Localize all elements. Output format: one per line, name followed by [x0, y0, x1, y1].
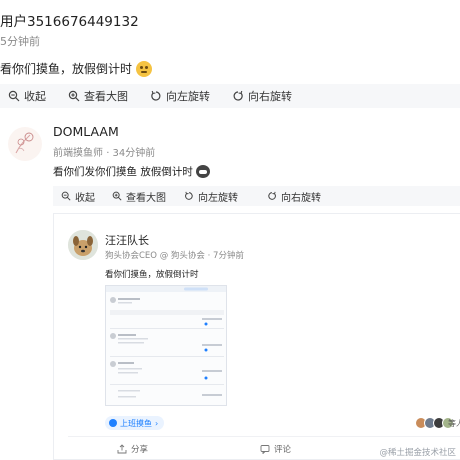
collapse-button[interactable]: 收起: [8, 84, 46, 108]
forwarded-post-author[interactable]: DOMLAAM: [53, 124, 119, 139]
comment-label: 评论: [274, 445, 292, 455]
card-divider: [68, 436, 460, 437]
view-large-label: 查看大图: [84, 90, 128, 103]
comment-icon: [260, 445, 270, 454]
rotate-right-button[interactable]: 向右旋转: [267, 186, 321, 206]
rotate-right-button[interactable]: 向右旋转: [232, 84, 292, 108]
zoom-in-icon: [68, 90, 80, 102]
embedded-post-meta: 狗头协会CEO @ 狗头协会 · 7分钟前: [105, 249, 244, 261]
rotate-right-icon: [268, 191, 276, 200]
forwarded-post-content: 看你们发你们摸鱼 放假倒计时: [53, 164, 210, 179]
embedded-post-role: 狗头协会CEO: [105, 251, 157, 261]
outer-post-username[interactable]: 用户3516676449132: [0, 10, 139, 30]
embedded-post-author[interactable]: 汪汪队长: [105, 232, 149, 248]
meta-separator: @: [159, 251, 171, 261]
embedded-screenshot-thumbnail[interactable]: [105, 285, 227, 406]
outer-post-text: 看你们摸鱼，放假倒计时: [0, 62, 133, 76]
view-large-label: 查看大图: [126, 192, 166, 204]
collapse-button[interactable]: 收起: [61, 186, 95, 206]
nested-screenshot-image: [106, 286, 226, 398]
embedded-post-org[interactable]: 狗头协会: [171, 251, 205, 261]
embedded-post-avatar[interactable]: [68, 230, 98, 260]
forwarded-post-text: 看你们发你们摸鱼 放假倒计时: [53, 166, 193, 178]
forwarded-post-role: 前端摸鱼师: [53, 148, 103, 159]
topic-tag-icon: [109, 419, 117, 427]
flower-sketch-icon: [15, 132, 34, 154]
watermark-text: @稀土掘金技术社区: [379, 448, 456, 458]
share-button[interactable]: 分享: [117, 443, 148, 455]
topic-tag[interactable]: 上班摸鱼 ›: [105, 416, 165, 430]
rotate-left-label: 向左旋转: [166, 90, 210, 103]
rotate-right-label: 向右旋转: [248, 90, 292, 103]
thinking-face-emoji-icon: [136, 60, 153, 77]
rotate-left-icon: [185, 191, 193, 200]
forwarded-post-avatar[interactable]: [8, 127, 42, 161]
share-icon: [117, 444, 127, 454]
outer-post-content: 看你们摸鱼，放假倒计时: [0, 60, 153, 77]
zoom-out-icon: [8, 90, 20, 102]
rotate-left-button[interactable]: 向左旋转: [150, 84, 210, 108]
embedded-post-time: 7分钟前: [213, 251, 244, 261]
view-large-button[interactable]: 查看大图: [112, 186, 166, 206]
embedded-post-text: 看你们摸鱼，放假倒计时: [105, 270, 199, 280]
rotate-right-icon: [233, 90, 243, 101]
zoom-out-icon: [61, 191, 71, 201]
forwarded-post-time: 34分钟前: [112, 148, 156, 159]
chevron-right-icon: ›: [155, 418, 159, 428]
rotate-right-label: 向右旋转: [281, 192, 321, 204]
rotate-left-button[interactable]: 向左旋转: [184, 186, 238, 206]
watermark: @稀土掘金技术社区: [379, 446, 456, 458]
topic-tag-label: 上班摸鱼: [120, 418, 152, 428]
cat-emoji-icon: [195, 165, 210, 178]
zoom-in-icon: [112, 191, 122, 201]
collapse-label: 收起: [24, 90, 46, 103]
share-label: 分享: [131, 445, 149, 455]
outer-post-time: 5分钟前: [0, 35, 40, 48]
rotate-left-icon: [151, 90, 161, 101]
view-large-button[interactable]: 查看大图: [68, 84, 128, 108]
image-toolbar: 收起 查看大图 向左旋转 向右旋转: [0, 84, 460, 108]
likers-text: 等人: [448, 419, 460, 428]
rotate-left-label: 向左旋转: [198, 192, 238, 204]
forwarded-post-meta: 前端摸鱼师 · 34分钟前: [53, 144, 155, 159]
forwarded-image-toolbar: 收起 查看大图 向左旋转 向右旋转: [53, 186, 460, 206]
dog-avatar-icon: [68, 230, 98, 260]
comment-button[interactable]: 评论: [260, 443, 291, 455]
collapse-label: 收起: [75, 192, 95, 204]
